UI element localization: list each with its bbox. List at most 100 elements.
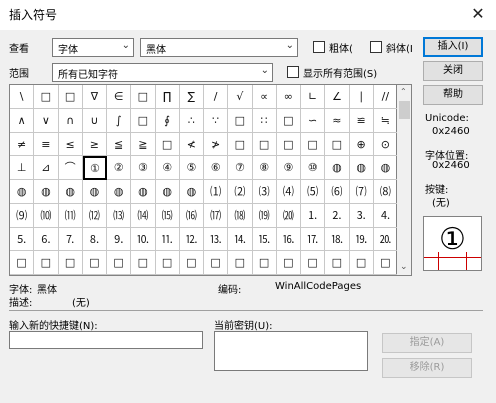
char-cell[interactable]: ⒔ [204, 227, 229, 252]
char-cell[interactable]: ② [107, 156, 132, 180]
char-cell[interactable]: ⒆ [252, 203, 277, 228]
char-cell[interactable]: □ [228, 251, 253, 275]
char-cell[interactable]: ∏ [155, 85, 180, 109]
char-cell[interactable]: ◍ [349, 156, 374, 180]
char-cell[interactable]: □ [325, 251, 350, 275]
char-cell[interactable]: ⒊ [349, 203, 374, 228]
char-cell[interactable]: ◍ [155, 180, 180, 204]
char-cell[interactable]: ⒋ [373, 203, 398, 228]
char-cell[interactable]: ⒓ [179, 227, 204, 252]
char-cell[interactable]: ≠ [10, 132, 35, 157]
char-cell[interactable]: ⊥ [10, 156, 35, 180]
char-cell[interactable]: ◍ [107, 180, 132, 204]
char-cell[interactable]: ⊕ [349, 132, 374, 157]
char-cell[interactable]: ⑴ [204, 180, 229, 204]
char-cell[interactable]: ⑺ [349, 180, 374, 204]
char-cell[interactable]: □ [276, 108, 301, 133]
char-cell[interactable]: ≧ [131, 132, 156, 157]
char-cell[interactable]: ⑸ [301, 180, 326, 204]
char-cell[interactable]: ≥ [82, 132, 107, 157]
char-cell[interactable]: ∝ [252, 85, 277, 109]
scroll-down-icon[interactable]: ⌄ [400, 262, 408, 272]
scroll-up-icon[interactable]: ⌃ [400, 87, 407, 96]
char-cell[interactable]: ◍ [373, 156, 398, 180]
char-cell[interactable]: ∪ [82, 108, 107, 133]
char-cell[interactable]: ∇ [82, 85, 107, 109]
char-cell[interactable]: ⑹ [325, 180, 350, 204]
char-cell[interactable]: ⒍ [34, 227, 59, 252]
char-cell[interactable]: ⒙ [325, 227, 350, 252]
char-cell[interactable]: ∽ [301, 108, 326, 133]
char-cell[interactable]: ⑩ [301, 156, 326, 180]
char-cell[interactable]: □ [252, 251, 277, 275]
char-cell[interactable]: ∠ [325, 85, 350, 109]
char-cell[interactable]: ⒐ [107, 227, 132, 252]
char-cell[interactable]: ⑻ [373, 180, 398, 204]
char-cell[interactable]: / [204, 85, 229, 109]
char-cell[interactable]: // [373, 85, 398, 109]
char-cell[interactable]: □ [349, 251, 374, 275]
char-cell[interactable]: ⒃ [179, 203, 204, 228]
char-cell[interactable]: □ [228, 132, 253, 157]
char-cell[interactable]: ⌒ [58, 156, 83, 180]
range-combo[interactable]: 所有已知字符 ⌄ [52, 63, 273, 82]
char-cell[interactable]: ∟ [301, 85, 326, 109]
char-cell[interactable]: □ [131, 251, 156, 275]
char-cell[interactable]: ⑾ [58, 203, 83, 228]
char-cell[interactable]: ⊙ [373, 132, 398, 157]
font-name-combo[interactable]: 黑体 ⌄ [140, 38, 298, 57]
char-cell[interactable]: ◍ [325, 156, 350, 180]
help-button[interactable]: 帮助 [423, 85, 483, 105]
char-cell[interactable]: ≈ [325, 108, 350, 133]
italic-checkbox[interactable] [370, 41, 382, 53]
char-cell[interactable]: ◍ [82, 180, 107, 204]
char-cell[interactable]: ◍ [58, 180, 83, 204]
char-cell[interactable]: ∣ [349, 85, 374, 109]
char-cell[interactable]: ◍ [179, 180, 204, 204]
insert-button[interactable]: 插入(I) [423, 37, 483, 57]
assign-button[interactable]: 指定(A) [382, 333, 472, 353]
char-cell[interactable]: ◍ [34, 180, 59, 204]
char-cell[interactable]: ∫ [107, 108, 132, 133]
current-keys-list[interactable] [214, 331, 368, 371]
char-cell[interactable]: ≒ [373, 108, 398, 133]
char-cell[interactable]: □ [252, 132, 277, 157]
char-cell[interactable]: □ [58, 251, 83, 275]
char-cell[interactable]: □ [276, 251, 301, 275]
show-all-checkbox[interactable] [287, 66, 299, 78]
char-cell[interactable]: ⒚ [349, 227, 374, 252]
char-cell[interactable]: ⒑ [131, 227, 156, 252]
char-cell[interactable]: ⑶ [252, 180, 277, 204]
char-cell[interactable]: ⒕ [228, 227, 253, 252]
char-cell[interactable]: ∷ [252, 108, 277, 133]
char-cell[interactable]: ① [82, 156, 107, 180]
char-cell[interactable]: ≮ [179, 132, 204, 157]
char-cell[interactable]: ⑧ [252, 156, 277, 180]
char-cell[interactable]: □ [131, 108, 156, 133]
char-cell[interactable]: ≯ [204, 132, 229, 157]
char-cell[interactable]: □ [58, 85, 83, 109]
char-cell[interactable]: ⒎ [58, 227, 83, 252]
char-cell[interactable]: ⑽ [34, 203, 59, 228]
close-button[interactable]: 关闭 [423, 61, 483, 81]
char-cell[interactable]: □ [373, 251, 398, 275]
char-cell[interactable]: ⒗ [276, 227, 301, 252]
char-cell[interactable]: ⒀ [107, 203, 132, 228]
char-cell[interactable]: ∮ [155, 108, 180, 133]
char-cell[interactable]: ⒁ [131, 203, 156, 228]
char-cell[interactable]: □ [155, 251, 180, 275]
char-cell[interactable]: ≌ [349, 108, 374, 133]
char-cell[interactable]: ⑼ [10, 203, 35, 228]
char-cell[interactable]: ∧ [10, 108, 35, 133]
char-cell[interactable]: ∞ [276, 85, 301, 109]
bold-checkbox[interactable] [313, 41, 325, 53]
char-cell[interactable]: ⒂ [155, 203, 180, 228]
char-cell[interactable]: □ [301, 251, 326, 275]
char-cell[interactable]: □ [34, 251, 59, 275]
new-shortcut-input[interactable] [9, 331, 203, 349]
char-cell[interactable]: ∑ [179, 85, 204, 109]
char-cell[interactable]: ⒄ [204, 203, 229, 228]
char-cell[interactable]: ◍ [131, 180, 156, 204]
char-cell[interactable]: ⒖ [252, 227, 277, 252]
char-cell[interactable]: ≦ [107, 132, 132, 157]
